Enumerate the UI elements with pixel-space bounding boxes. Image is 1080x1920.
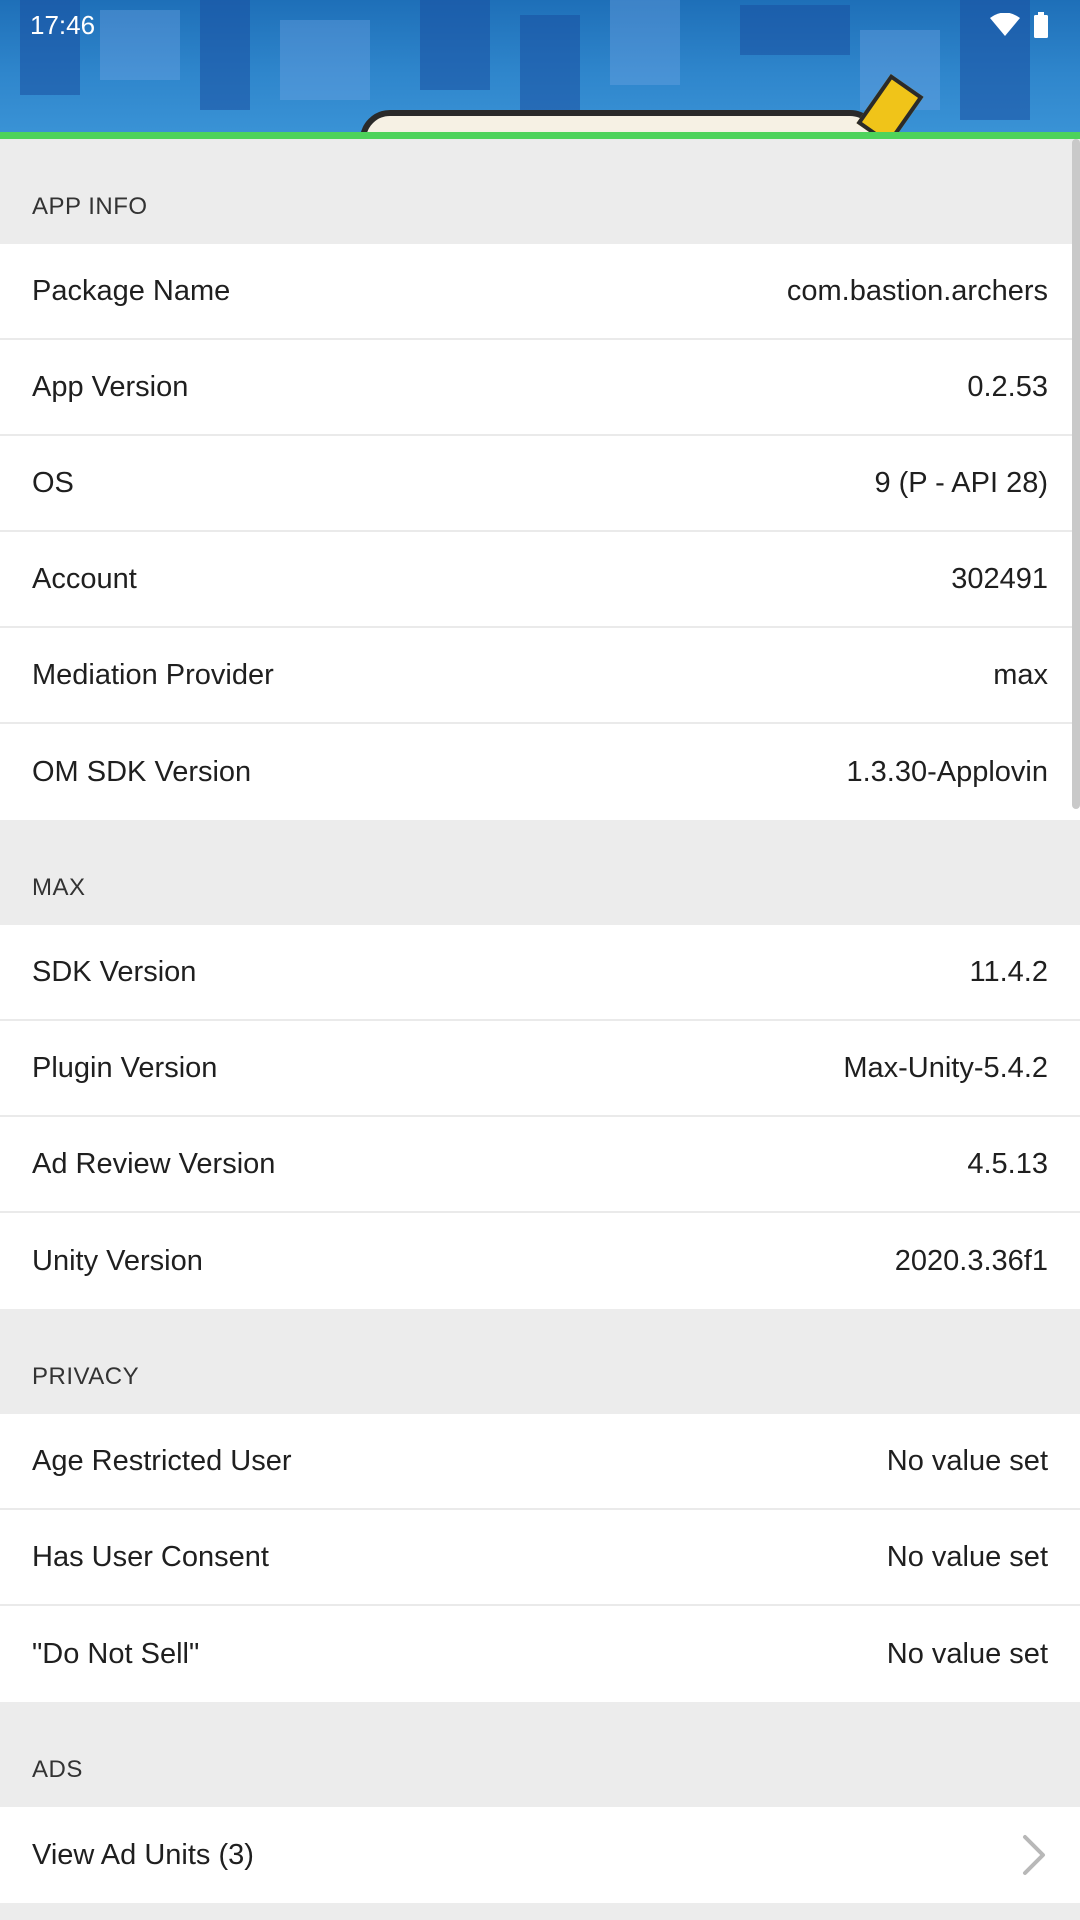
scrollbar[interactable] <box>1072 139 1080 809</box>
section-header-app-info: APP INFO <box>0 139 1080 244</box>
row-plugin-version: Plugin Version Max-Unity-5.4.2 <box>0 1021 1080 1117</box>
row-value: 1.3.30-Applovin <box>846 755 1048 788</box>
row-os: OS 9 (P - API 28) <box>0 436 1080 532</box>
row-label: Unity Version <box>32 1244 203 1277</box>
row-value: No value set <box>886 1444 1048 1477</box>
row-mediation-provider: Mediation Provider max <box>0 628 1080 724</box>
row-label: Age Restricted User <box>32 1444 292 1477</box>
settings-list[interactable]: APP INFO Package Name com.bastion.archer… <box>0 139 1080 1920</box>
row-value: 9 (P - API 28) <box>874 466 1048 499</box>
row-sdk-version: SDK Version 11.4.2 <box>0 925 1080 1021</box>
battery-icon <box>1034 12 1048 38</box>
section-app-info: Package Name com.bastion.archers App Ver… <box>0 244 1080 820</box>
row-label: View Ad Units (3) <box>32 1838 254 1871</box>
accent-line <box>0 132 1080 139</box>
row-value: com.bastion.archers <box>786 274 1048 307</box>
status-time: 17:46 <box>30 9 96 40</box>
row-has-user-consent: Has User Consent No value set <box>0 1510 1080 1606</box>
row-om-sdk-version: OM SDK Version 1.3.30-Applovin <box>0 724 1080 820</box>
row-value: No value set <box>886 1637 1048 1670</box>
row-do-not-sell: "Do Not Sell" No value set <box>0 1606 1080 1702</box>
row-package-name: Package Name com.bastion.archers <box>0 244 1080 340</box>
section-ads: View Ad Units (3) <box>0 1807 1080 1903</box>
row-ad-review-version: Ad Review Version 4.5.13 <box>0 1117 1080 1213</box>
row-label: OM SDK Version <box>32 755 252 788</box>
row-value: 302491 <box>951 562 1048 595</box>
row-age-restricted-user: Age Restricted User No value set <box>0 1414 1080 1510</box>
row-unity-version: Unity Version 2020.3.36f1 <box>0 1213 1080 1309</box>
row-value: 0.2.53 <box>967 370 1048 403</box>
row-value: 11.4.2 <box>969 955 1048 988</box>
row-value: Max-Unity-5.4.2 <box>843 1051 1048 1084</box>
row-label: SDK Version <box>32 955 197 988</box>
section-privacy: Age Restricted User No value set Has Use… <box>0 1414 1080 1702</box>
row-value: No value set <box>886 1540 1048 1573</box>
row-value: 2020.3.36f1 <box>894 1244 1048 1277</box>
row-app-version: App Version 0.2.53 <box>0 340 1080 436</box>
row-label: Account <box>32 562 137 595</box>
row-label: Mediation Provider <box>32 658 274 691</box>
row-label: Plugin Version <box>32 1051 218 1084</box>
row-label: Ad Review Version <box>32 1147 276 1180</box>
row-label: App Version <box>32 370 189 403</box>
row-account: Account 302491 <box>0 532 1080 628</box>
row-label: Package Name <box>32 274 231 307</box>
status-bar: 17:46 <box>0 0 1080 50</box>
section-header-max: MAX <box>0 820 1080 925</box>
chevron-right-icon <box>1023 1835 1045 1875</box>
section-header-privacy: PRIVACY <box>0 1309 1080 1414</box>
view-ad-units-row[interactable]: View Ad Units (3) <box>0 1807 1080 1903</box>
row-value: 4.5.13 <box>967 1147 1048 1180</box>
row-label: "Do Not Sell" <box>32 1637 200 1670</box>
row-value: max <box>993 658 1048 691</box>
section-header-ads: ADS <box>0 1702 1080 1807</box>
row-label: OS <box>32 466 74 499</box>
section-max: SDK Version 11.4.2 Plugin Version Max-Un… <box>0 925 1080 1309</box>
row-label: Has User Consent <box>32 1540 269 1573</box>
wifi-icon <box>990 13 1020 36</box>
